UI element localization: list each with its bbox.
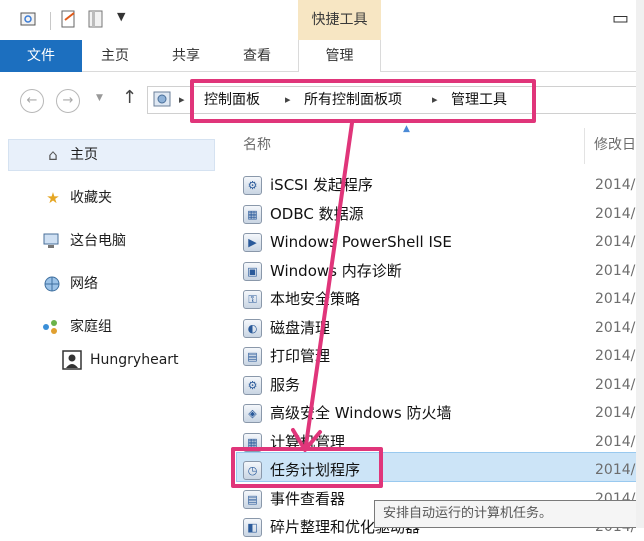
recent-locations-chevron-icon[interactable]: ▼	[96, 93, 103, 103]
nav-item-home[interactable]: 主页	[70, 140, 98, 170]
control-panel-icon	[152, 89, 174, 111]
item-name: Windows 内存诊断	[270, 261, 402, 280]
nav-item-homegroup[interactable]: 家庭组	[70, 312, 112, 342]
admin-tool-icon: ▤	[243, 347, 262, 366]
window-control-icon[interactable]: ▭	[612, 8, 632, 29]
page-icon[interactable]	[88, 9, 104, 29]
admin-tool-icon: ◈	[243, 404, 262, 423]
title-bar: ▼ 快捷工具 ▭	[0, 0, 644, 40]
list-item[interactable]: ⚙ 服务 2014/	[232, 371, 644, 399]
admin-tool-icon: ⚿	[243, 290, 262, 309]
item-name: 服务	[270, 375, 301, 394]
nav-item-this-pc[interactable]: 这台电脑	[70, 226, 126, 256]
admin-tool-icon: ▣	[243, 261, 262, 281]
item-name: ODBC 数据源	[270, 204, 364, 223]
item-date: 2014/	[595, 462, 636, 478]
forward-arrow-icon[interactable]: →	[56, 89, 80, 113]
contextual-group-label: 快捷工具	[311, 12, 368, 28]
list-item[interactable]: ▤ 打印管理 2014/	[232, 342, 644, 370]
admin-tool-icon: ▦	[243, 204, 262, 224]
column-date-modified[interactable]: 修改日	[594, 134, 636, 154]
nav-item-user[interactable]: Hungryheart	[90, 345, 179, 375]
item-date: 2014/	[595, 291, 636, 307]
nav-item-home-selected[interactable]	[8, 139, 215, 171]
admin-tool-icon: ◐	[243, 318, 262, 338]
tooltip: 安排自动运行的计算机任务。	[374, 500, 644, 528]
item-date: 2014/	[595, 405, 636, 421]
tab-share[interactable]: 共享	[163, 40, 209, 72]
sort-ascending-icon: ▲	[403, 124, 410, 134]
list-item[interactable]: ◐ 磁盘清理 2014/	[232, 314, 644, 342]
home-icon: ⌂	[48, 146, 58, 164]
list-item[interactable]: ⚙ iSCSI 发起程序 2014/	[232, 171, 644, 199]
item-date: 2014/	[595, 319, 636, 336]
annotation-highlight-box	[231, 447, 383, 488]
item-date: 2014/	[595, 348, 636, 364]
item-date: 2014/	[595, 433, 636, 450]
item-name: Windows PowerShell ISE	[270, 233, 452, 251]
list-item[interactable]: ▣ Windows 内存诊断 2014/	[232, 257, 644, 285]
breadcrumb-separator-icon: ▸	[179, 93, 185, 106]
item-name: 高级安全 Windows 防火墙	[270, 404, 452, 422]
network-icon	[42, 274, 62, 294]
up-arrow-icon[interactable]: ↑	[122, 87, 137, 108]
computer-icon	[42, 231, 62, 251]
admin-tool-icon: ▶	[243, 233, 262, 252]
list-item[interactable]: ⚿ 本地安全策略 2014/	[232, 285, 644, 313]
list-item[interactable]: ▦ ODBC 数据源 2014/	[232, 200, 644, 228]
item-date: 2014/	[595, 234, 636, 250]
back-arrow-icon[interactable]: ←	[20, 89, 44, 113]
new-folder-icon[interactable]	[60, 9, 78, 29]
customize-quick-access-chevron-icon[interactable]: ▼	[117, 10, 125, 23]
item-date: 2014/	[595, 177, 636, 193]
column-divider[interactable]	[584, 128, 585, 164]
item-name: 磁盘清理	[270, 318, 331, 337]
admin-tool-icon: ⚙	[243, 176, 262, 195]
item-name: iSCSI 发起程序	[270, 176, 373, 194]
item-date: 2014/	[595, 376, 636, 393]
star-icon: ★	[46, 189, 60, 207]
nav-item-network[interactable]: 网络	[70, 269, 98, 299]
tab-manage[interactable]: 管理	[298, 40, 381, 73]
divider	[50, 12, 51, 30]
item-name: 打印管理	[270, 347, 331, 365]
item-date: 2014/	[595, 205, 636, 222]
admin-tool-icon: ▤	[243, 489, 262, 509]
list-item[interactable]: ◈ 高级安全 Windows 防火墙 2014/	[232, 399, 644, 427]
item-name: 事件查看器	[270, 489, 346, 508]
properties-icon[interactable]	[20, 10, 38, 28]
tab-view[interactable]: 查看	[234, 40, 280, 72]
user-avatar-icon	[62, 350, 82, 370]
contextual-tab-group: 快捷工具	[298, 0, 381, 40]
admin-tool-icon: ⚙	[243, 375, 262, 395]
item-name: 本地安全策略	[270, 290, 361, 308]
tab-file[interactable]: 文件	[0, 40, 82, 72]
item-date: 2014/	[595, 262, 636, 279]
annotation-highlight-box	[190, 79, 536, 123]
column-name[interactable]: 名称	[243, 134, 271, 154]
nav-item-favorites[interactable]: 收藏夹	[70, 183, 112, 213]
homegroup-icon	[40, 317, 62, 337]
scrollbar-track[interactable]	[636, 0, 644, 528]
column-header	[230, 128, 644, 164]
list-item[interactable]: ▶ Windows PowerShell ISE 2014/	[232, 228, 644, 256]
tab-home[interactable]: 主页	[92, 40, 138, 72]
